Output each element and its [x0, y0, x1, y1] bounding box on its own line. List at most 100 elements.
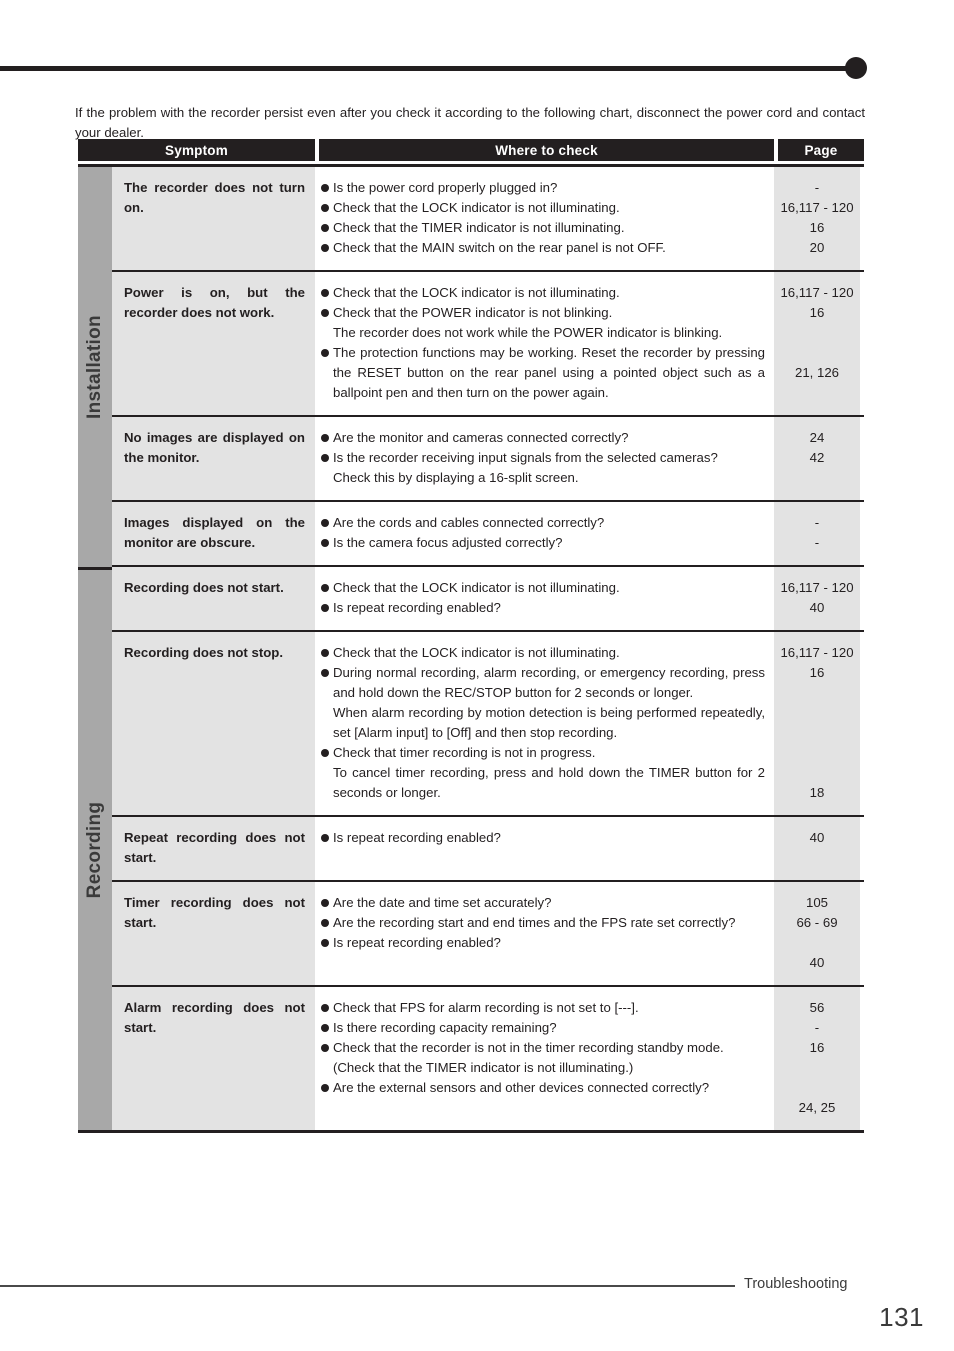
check-item-text: Is repeat recording enabled?	[333, 600, 501, 615]
bullet-icon	[321, 669, 329, 677]
check-item-text: Is repeat recording enabled?	[333, 830, 501, 845]
table-rows: Recording does not start. Check that the …	[112, 567, 864, 1130]
cell-where-to-check: Check that the LOCK indicator is not ill…	[315, 567, 774, 630]
check-item-text: The protection functions may be working.…	[333, 345, 765, 400]
table-row: Repeat recording does not start. Is repea…	[112, 817, 864, 882]
check-item-text: Is the recorder receiving input signals …	[333, 450, 718, 465]
check-item-note: When alarm recording by motion detection…	[333, 705, 765, 740]
table-group: Installation The recorder does not turn o…	[78, 167, 864, 567]
cell-where-to-check: Check that the LOCK indicator is not ill…	[315, 632, 774, 815]
bullet-icon	[321, 539, 329, 547]
check-item-text: Is repeat recording enabled?	[333, 935, 501, 950]
check-item: Check that the TIMER indicator is not il…	[321, 218, 765, 238]
table-row: Power is on, but the recorder does not w…	[112, 272, 864, 417]
page-ref: 20	[809, 240, 825, 255]
cell-symptom: Images displayed on the monitor are obsc…	[112, 502, 315, 565]
page-ref: 18	[809, 785, 825, 800]
cell-where-to-check: Are the monitor and cameras connected co…	[315, 417, 774, 500]
cell-symptom: Power is on, but the recorder does not w…	[112, 272, 315, 415]
cell-page: - 16,117 - 120 16 20	[774, 167, 860, 270]
table-rows: The recorder does not turn on. Is the pow…	[112, 167, 864, 567]
cell-where-to-check: Is the power cord properly plugged in? Ch…	[315, 167, 774, 270]
table-row: Images displayed on the monitor are obsc…	[112, 502, 864, 567]
bullet-icon	[321, 649, 329, 657]
cell-page: 105 66 - 69 40	[774, 882, 860, 985]
check-item: The protection functions may be working.…	[321, 343, 765, 403]
check-item-text: Are the date and time set accurately?	[333, 895, 552, 910]
category-label: Installation	[84, 315, 105, 419]
cell-symptom: Recording does not stop.	[112, 632, 315, 815]
category-rail: Installation	[78, 167, 112, 567]
cell-page: 40	[774, 817, 860, 880]
table-header-row: Symptom Where to check Page	[78, 139, 864, 161]
column-header-page: Page	[778, 139, 864, 161]
page-ref: 42	[809, 450, 825, 465]
check-item-text: Check that the TIMER indicator is not il…	[333, 220, 625, 235]
document-page: If the problem with the recorder persist…	[0, 0, 954, 1351]
bullet-icon	[321, 939, 329, 947]
check-item: During normal recording, alarm recording…	[321, 663, 765, 703]
bullet-icon	[321, 454, 329, 462]
bullet-icon	[321, 204, 329, 212]
check-item: Check that the LOCK indicator is not ill…	[321, 643, 765, 663]
check-item-text: Are the cords and cables connected corre…	[333, 515, 605, 530]
table-row: Recording does not stop. Check that the L…	[112, 632, 864, 817]
bullet-icon	[321, 604, 329, 612]
page-ref: -	[814, 1020, 820, 1035]
header-rule	[0, 57, 868, 79]
bullet-icon	[321, 184, 329, 192]
cell-symptom: The recorder does not turn on.	[112, 167, 315, 270]
check-item: Check that timer recording is not in pro…	[321, 743, 765, 763]
page-ref: 16,117 - 120	[780, 580, 854, 595]
bullet-icon	[321, 244, 329, 252]
cell-where-to-check: Are the cords and cables connected corre…	[315, 502, 774, 565]
check-item-text: Are the external sensors and other devic…	[333, 1080, 710, 1095]
page-ref: 56	[809, 1000, 825, 1015]
check-item-text: Check that the MAIN switch on the rear p…	[333, 240, 666, 255]
header-rule-dot-icon	[845, 57, 867, 79]
troubleshooting-table: Symptom Where to check Page Installation…	[78, 139, 864, 1133]
table-group: Recording Recording does not start. Check …	[78, 567, 864, 1130]
page-ref: 66 - 69	[796, 915, 838, 930]
check-item-text: Check that timer recording is not in pro…	[333, 745, 596, 760]
bullet-icon	[321, 224, 329, 232]
check-item-text: Is there recording capacity remaining?	[333, 1020, 557, 1035]
cell-page: 16,117 - 120 40	[774, 567, 860, 630]
check-item: Check that the LOCK indicator is not ill…	[321, 578, 765, 598]
column-header-symptom: Symptom	[78, 139, 315, 161]
bullet-icon	[321, 584, 329, 592]
cell-page: 24 42	[774, 417, 860, 500]
cell-symptom: Recording does not start.	[112, 567, 315, 630]
check-item: Is the camera focus adjusted correctly?	[321, 533, 765, 553]
bullet-icon	[321, 1024, 329, 1032]
page-ref: 16	[809, 305, 825, 320]
column-header-where-to-check: Where to check	[319, 139, 774, 161]
check-item-note: To cancel timer recording, press and hol…	[333, 765, 765, 800]
bullet-icon	[321, 749, 329, 757]
bullet-icon	[321, 1084, 329, 1092]
cell-page: 16,117 - 120 16 18	[774, 632, 860, 815]
bullet-icon	[321, 289, 329, 297]
table-row: The recorder does not turn on. Is the pow…	[112, 167, 864, 272]
check-item: Check that the MAIN switch on the rear p…	[321, 238, 765, 258]
check-item-text: Is the power cord properly plugged in?	[333, 180, 558, 195]
check-item: Are the monitor and cameras connected co…	[321, 428, 765, 448]
check-item: Is repeat recording enabled?	[321, 933, 765, 953]
cell-symptom: Timer recording does not start.	[112, 882, 315, 985]
bullet-icon	[321, 349, 329, 357]
page-ref: 40	[809, 600, 825, 615]
check-item: Are the recording start and end times an…	[321, 913, 765, 933]
check-item-text: During normal recording, alarm recording…	[333, 665, 765, 700]
cell-symptom: Repeat recording does not start.	[112, 817, 315, 880]
check-item: Are the date and time set accurately?	[321, 893, 765, 913]
cell-where-to-check: Check that the LOCK indicator is not ill…	[315, 272, 774, 415]
check-item: Check that the recorder is not in the ti…	[321, 1038, 765, 1058]
check-item-text: Check that the LOCK indicator is not ill…	[333, 285, 620, 300]
check-item-text: Check that FPS for alarm recording is no…	[333, 1000, 639, 1015]
category-rail: Recording	[78, 567, 112, 1130]
cell-where-to-check: Check that FPS for alarm recording is no…	[315, 987, 774, 1130]
check-item: Is the power cord properly plugged in?	[321, 178, 765, 198]
page-ref: 16	[809, 1040, 825, 1055]
page-ref: -	[814, 515, 820, 530]
table-row: Timer recording does not start. Are the d…	[112, 882, 864, 987]
